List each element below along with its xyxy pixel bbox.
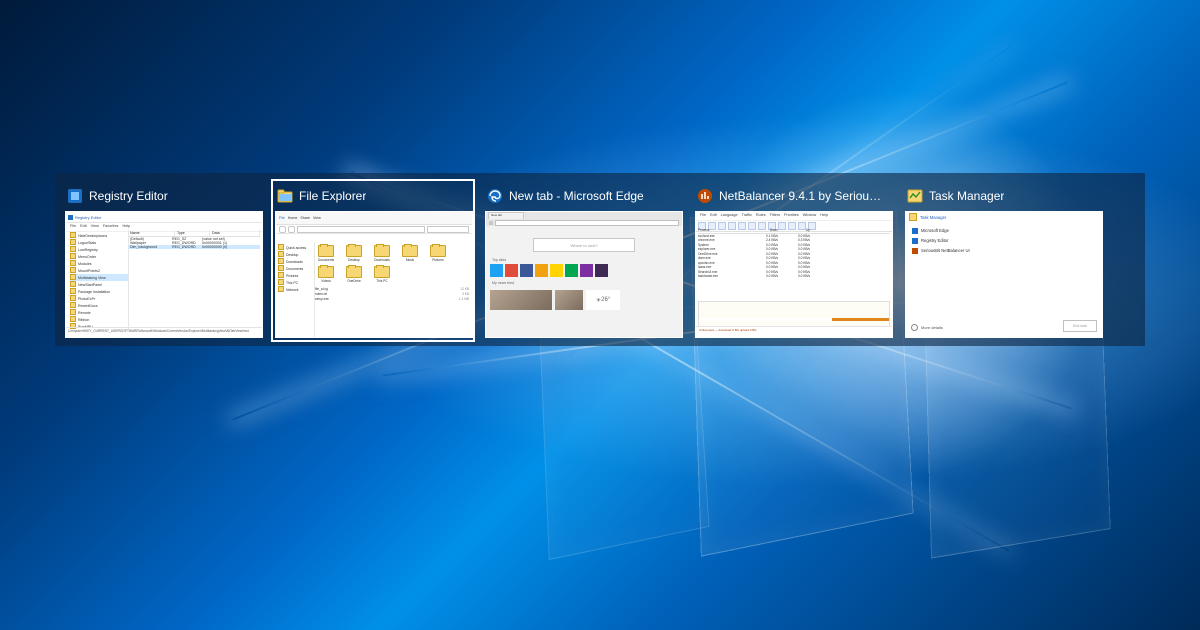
section-label: My news feed	[492, 281, 678, 285]
switcher-window-task-manager[interactable]: Task Manager Task Manager Microsoft Edge…	[903, 181, 1103, 340]
thumb-preview: Registry Editor File Edit View Favorites…	[65, 211, 263, 338]
edge-new-tab-page: Where to next? Top sites My news feed ☀ …	[486, 226, 682, 337]
explorer-sidebar-item: Desktop	[278, 251, 312, 258]
nb-status-bar: Unlicensed — download 0 B/s upload 0 B/s	[696, 326, 892, 337]
taskmgr-icon	[907, 188, 923, 204]
tm-process-item: Microsoft Edge	[912, 226, 1096, 236]
tm-process-item: SeriousBit NetBalancer UI	[912, 246, 1096, 256]
thumb-preview: Task Manager Microsoft EdgeRegistry Edit…	[905, 211, 1103, 338]
registry-tree-node: Remote	[70, 309, 128, 316]
top-site-tile	[535, 264, 548, 277]
thumb-title: NetBalancer 9.4.1 by Seriou…	[719, 189, 881, 203]
registry-tree-node: Package Installation	[70, 288, 128, 295]
explorer-ribbon: File Home Share View	[276, 212, 472, 225]
explorer-folder-item: Pictures	[427, 245, 449, 262]
explorer-sidebar-item: Network	[278, 286, 312, 293]
top-site-tile	[505, 264, 518, 277]
registry-tree-node: LogonStats	[70, 239, 128, 246]
thumb-header: Task Manager	[905, 183, 1101, 211]
registry-tree-node: PhotoExPr	[70, 295, 128, 302]
switcher-window-file-explorer[interactable]: File Explorer File Home Share View Quick…	[273, 181, 473, 340]
registry-status-bar: Computer\HKEY_CURRENT_USER\SOFTWARE\Micr…	[66, 327, 262, 337]
thumb-header: File Explorer	[275, 183, 471, 211]
nb-process-row: taskhostw.exe0.0 KB/s0.0 KB/s	[698, 274, 890, 279]
top-site-tile	[565, 264, 578, 277]
explorer-icon	[277, 188, 293, 204]
top-site-tile	[550, 264, 563, 277]
mini-titlebar: Task Manager	[906, 212, 1102, 222]
mini-window-title: Registry Editor	[75, 215, 101, 220]
registry-tree-node: Modules	[70, 260, 128, 267]
nb-process-table: Process Down Up svchost.exe0.1 KB/s0.0 K…	[696, 228, 892, 288]
thumb-header: New tab - Microsoft Edge	[485, 183, 681, 211]
alt-tab-switcher[interactable]: Registry Editor Registry Editor File Edi…	[55, 173, 1145, 346]
nb-graph	[698, 301, 890, 327]
tm-process-list: Microsoft EdgeRegistry EditorSeriousBit …	[906, 222, 1102, 260]
more-details-toggle: More details	[911, 324, 943, 331]
explorer-folder-item: OneDrive	[343, 266, 365, 283]
explorer-sidebar-item: Downloads	[278, 258, 312, 265]
explorer-content: Documents Desktop Downloads Music Pictures Vi…	[312, 242, 472, 337]
explorer-folder-item: Music	[399, 245, 421, 262]
thumb-title: New tab - Microsoft Edge	[509, 189, 644, 203]
registry-tree-node: RecentDocs	[70, 302, 128, 309]
registry-tree-node: MountPoints2	[70, 267, 128, 274]
switcher-window-edge[interactable]: New tab - Microsoft Edge New tab Where t…	[483, 181, 683, 340]
explorer-folder-item: Videos	[315, 266, 337, 283]
registry-tree: HideDesktopIconsLogonStatsLowRegistryMen…	[68, 230, 129, 329]
mini-menubar: FileEditLanguageTrafficRulesFiltersPrior…	[696, 212, 892, 221]
desktop-wallpaper: Registry Editor Registry Editor File Edi…	[0, 0, 1200, 630]
thumb-title: File Explorer	[299, 189, 366, 203]
edge-chrome: New tab	[486, 212, 682, 227]
thumb-header: NetBalancer 9.4.1 by Seriou…	[695, 183, 891, 211]
registry-tree-node: LowRegistry	[70, 246, 128, 253]
thumb-preview: New tab Where to next? Top sites My news…	[485, 211, 683, 338]
registry-icon	[67, 188, 83, 204]
registry-value-row: Dim_backgroundREG_DWORD0x00000000 (0)	[128, 245, 260, 249]
feed-thumbnail	[490, 290, 552, 310]
registry-values: Name Type Data (Default)REG_SZ(value not…	[128, 230, 260, 329]
end-task-button: End task	[1063, 320, 1097, 332]
registry-tree-node: NewStartPanel	[70, 281, 128, 288]
tm-process-item: Registry Editor	[912, 236, 1096, 246]
top-site-tile	[520, 264, 533, 277]
mini-titlebar: Registry Editor	[66, 212, 262, 223]
top-site-tile	[580, 264, 593, 277]
registry-tree-node: HideDesktopIcons	[70, 232, 128, 239]
registry-tree-node: Multitasking View	[70, 274, 128, 281]
explorer-folder-item: Documents	[315, 245, 337, 262]
explorer-folder-item: This PC	[371, 266, 393, 283]
netbalancer-icon	[697, 188, 713, 204]
explorer-folder-item: Downloads	[371, 245, 393, 262]
top-site-tile	[595, 264, 608, 277]
feed-thumbnail	[555, 290, 583, 310]
edge-search-box: Where to next?	[533, 238, 635, 252]
registry-tree-node: MenuOrder	[70, 253, 128, 260]
section-label: Top sites	[492, 258, 678, 262]
thumb-header: Registry Editor	[65, 183, 261, 211]
edge-icon	[487, 188, 503, 204]
explorer-file-item: setup.exe1.2 MB	[315, 297, 469, 302]
explorer-sidebar-item: Documents	[278, 265, 312, 272]
top-site-tile	[490, 264, 503, 277]
thumb-preview: File Home Share View Quick accessDesktop…	[275, 211, 473, 338]
explorer-sidebar-item: Quick access	[278, 244, 312, 251]
switcher-window-registry-editor[interactable]: Registry Editor Registry Editor File Edi…	[63, 181, 263, 340]
explorer-address-bar	[276, 225, 472, 234]
explorer-sidebar-item: This PC	[278, 279, 312, 286]
weather-widget: ☀ 26°	[586, 290, 620, 310]
thumb-title: Task Manager	[929, 189, 1004, 203]
browser-tab: New tab	[488, 212, 524, 219]
mini-window-title: Task Manager	[920, 215, 946, 220]
registry-tree-node: Ribbon	[70, 316, 128, 323]
thumb-preview: FileEditLanguageTrafficRulesFiltersPrior…	[695, 211, 893, 338]
explorer-sidebar: Quick accessDesktopDownloadsDocumentsPic…	[276, 242, 315, 337]
thumb-title: Registry Editor	[89, 189, 168, 203]
switcher-window-netbalancer[interactable]: NetBalancer 9.4.1 by Seriou… FileEditLan…	[693, 181, 893, 340]
explorer-folder-item: Desktop	[343, 245, 365, 262]
explorer-sidebar-item: Pictures	[278, 272, 312, 279]
